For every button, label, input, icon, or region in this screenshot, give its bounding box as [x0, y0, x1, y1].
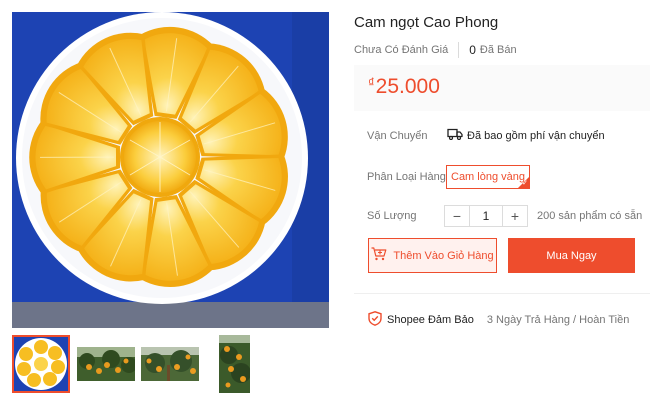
add-to-cart-button[interactable]: Thêm Vào Giỏ Hàng	[368, 238, 497, 273]
product-price: ₫25.000	[368, 75, 440, 99]
main-product-image[interactable]	[12, 12, 329, 328]
shipping-info: Đã bao gồm phí vận chuyển	[447, 128, 605, 143]
decrement-button[interactable]: −	[444, 205, 470, 227]
variant-option-cam-long-vang[interactable]: Cam lòng vàng ✓	[446, 165, 530, 189]
price-value: 25.000	[375, 75, 440, 98]
sold-count: 0	[469, 43, 476, 57]
increment-button[interactable]: +	[502, 205, 528, 227]
guarantee-label: Shopee Đảm Bảo	[387, 314, 474, 326]
shipping-label: Vận Chuyển	[367, 130, 428, 142]
stock-text: 200 sản phẩm có sẵn	[537, 210, 643, 222]
check-icon: ✓	[522, 180, 528, 187]
thumbnail-orange-tree-tall[interactable]	[219, 335, 250, 393]
truck-icon	[447, 128, 467, 143]
quantity-input[interactable]: 1	[470, 205, 502, 227]
shipping-value: Đã bao gồm phí vận chuyển	[467, 129, 605, 142]
sold-label: Đã Bán	[479, 44, 517, 56]
thumbnail-orange-slices[interactable]	[12, 335, 70, 393]
divider	[458, 42, 460, 58]
quantity-stepper: − 1 +	[444, 205, 528, 227]
add-to-cart-label: Thêm Vào Giỏ Hàng	[393, 249, 494, 262]
return-policy: 3 Ngày Trả Hàng / Hoàn Tiền	[486, 314, 630, 326]
quantity-label: Số Lượng	[367, 210, 417, 222]
variant-label: Phân Loại Hàng	[367, 171, 446, 183]
currency-symbol: ₫	[368, 75, 375, 90]
variant-option-label: Cam lòng vàng	[451, 171, 525, 183]
thumbnail-orange-tree[interactable]	[77, 347, 135, 381]
thumbnail-orange-orchard[interactable]	[141, 347, 199, 381]
divider	[354, 293, 650, 294]
shopee-guarantee[interactable]: Shopee Đảm Bảo 3 Ngày Trả Hàng / Hoàn Ti…	[368, 311, 629, 329]
buy-now-button[interactable]: Mua Ngay	[508, 238, 635, 273]
orange-slices-photo	[12, 12, 329, 328]
product-title: Cam ngọt Cao Phong	[354, 14, 499, 31]
rating-text: Chưa Có Đánh Giá	[354, 44, 449, 56]
cart-icon	[371, 247, 393, 264]
price-box: ₫25.000	[354, 65, 650, 111]
shield-icon	[368, 311, 387, 329]
rating-sold-row: Chưa Có Đánh Giá 0 Đã Bán	[354, 42, 517, 58]
